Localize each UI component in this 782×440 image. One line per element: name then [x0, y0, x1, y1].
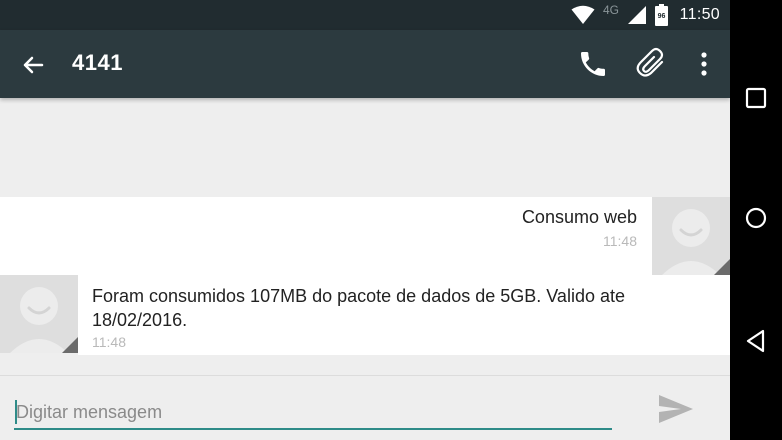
message-bubble-incoming[interactable]: Foram consumidos 107MB do pacote de dado… [78, 275, 730, 355]
message-bubble-outgoing[interactable]: Consumo web 11:48 [0, 197, 652, 275]
phone-icon[interactable] [577, 47, 609, 81]
avatar[interactable] [0, 275, 78, 353]
battery-icon: 96 [655, 4, 668, 26]
conversation-title: 4141 [72, 50, 123, 75]
recents-icon[interactable] [743, 85, 769, 111]
paperclip-icon[interactable] [634, 45, 670, 81]
text-cursor [15, 400, 17, 424]
compose-bar [0, 375, 730, 440]
back-arrow-icon[interactable] [18, 50, 48, 80]
network-type-label: 4G [603, 3, 620, 17]
more-vert-icon[interactable] [694, 49, 714, 79]
avatar-face-icon [0, 275, 78, 353]
message-input[interactable] [14, 396, 612, 430]
messaging-screen: 4G 96 11:50 4141 Consumo web 11:48 Foram… [0, 0, 730, 440]
message-text: Consumo web [521, 207, 637, 227]
message-row-incoming: Foram consumidos 107MB do pacote de dado… [0, 275, 730, 357]
send-icon[interactable] [657, 392, 695, 426]
wifi-icon [571, 5, 595, 24]
conversation-toolbar: 4141 [0, 30, 730, 98]
navigation-bar [730, 0, 782, 440]
message-text: Foram consumidos 107MB do pacote de dado… [92, 286, 625, 330]
message-row-outgoing: Consumo web 11:48 [0, 197, 730, 275]
message-timestamp: 11:48 [603, 233, 637, 249]
battery-level: 96 [658, 13, 666, 20]
back-icon[interactable] [743, 328, 769, 354]
cell-signal-icon [628, 6, 646, 24]
clock: 11:50 [679, 6, 720, 23]
home-icon[interactable] [743, 205, 769, 231]
status-bar: 4G 96 11:50 [0, 0, 730, 30]
avatar-face-icon [652, 197, 730, 275]
message-timestamp: 11:48 [92, 334, 126, 350]
avatar[interactable] [652, 197, 730, 275]
